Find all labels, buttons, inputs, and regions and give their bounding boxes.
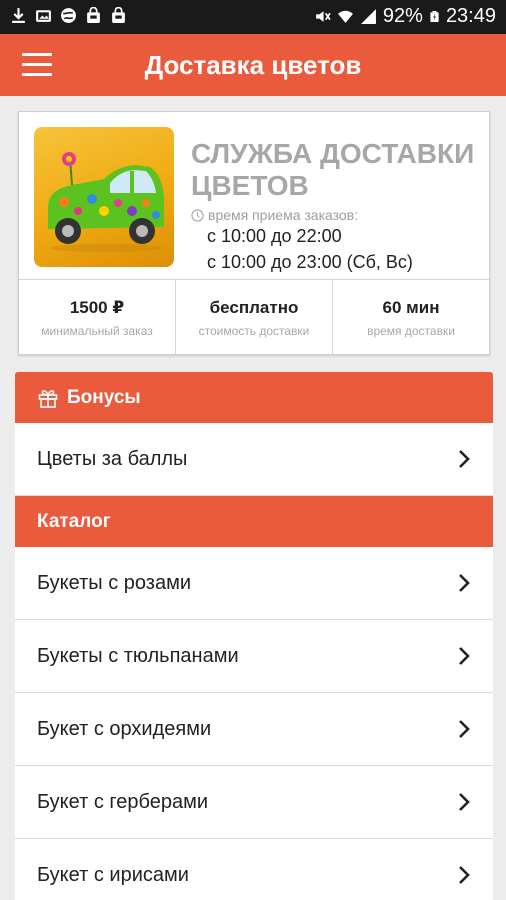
chevron-right-icon [459,450,470,468]
delivery-stats: 1500 ₽ минимальный заказ бесплатно стоим… [19,279,489,354]
chevron-right-icon [459,720,470,738]
stat-delivery-cost: бесплатно стоимость доставки [175,280,332,354]
app-bar: Доставка цветов [0,34,506,96]
list-item-label: Цветы за баллы [37,447,188,470]
mute-icon [316,11,331,22]
hours-weekend: с 10:00 до 23:00 (Сб, Вс) [207,252,413,272]
section-header-catalog: Каталог [15,496,493,547]
notification-icons [10,7,127,24]
list-item-label: Букет с герберами [37,790,209,813]
list-item-irises[interactable]: Букет с ирисами [15,839,493,900]
globe-notification-icon [61,8,76,23]
chevron-right-icon [459,793,470,811]
min-order-value: 1500 ₽ [69,298,125,317]
app-title: Доставка цветов [144,50,362,80]
clock-icon [191,208,204,222]
section-title-bonuses: Бонусы [67,386,141,408]
gift-icon [38,389,58,408]
stat-min-order: 1500 ₽ минимальный заказ [19,280,175,354]
list-item-tulips[interactable]: Букеты с тюльпанами [15,620,493,693]
list-item-label: Букеты с тюльпанами [37,644,239,667]
car-illustration [48,152,164,252]
wifi-icon [337,10,353,23]
list-item-flowers-for-points[interactable]: Цветы за баллы [15,423,493,496]
hours-weekdays: с 10:00 до 22:00 [207,226,342,246]
battery-percent: 92% [382,5,423,27]
section-header-bonuses: Бонусы [15,372,493,423]
list-item-label: Букет с орхидеями [37,717,212,740]
list-item-label: Букет с ирисами [37,863,189,886]
order-hours-text: время приема заказов: [208,207,359,223]
order-hours-label: время приема заказов: [191,207,358,223]
bag-notification-icon-2 [112,7,125,23]
battery-icon [430,11,439,22]
system-status: 92% 23:49 [314,5,496,28]
delivery-time-value: 60 мин [382,298,440,317]
chevron-right-icon [459,647,470,665]
flower-car-logo [34,127,174,267]
service-info-card: СЛУЖБА ДОСТАВКИ ЦВЕТОВ время приема зака… [18,111,490,355]
photo-notification-icon [36,10,51,22]
list-item-gerberas[interactable]: Букет с герберами [15,766,493,839]
section-title-catalog: Каталог [37,510,111,532]
list-item-label: Букеты с розами [37,571,192,594]
bag-notification-icon [87,7,100,23]
clock: 23:49 [445,5,496,27]
download-icon [12,8,25,23]
chevron-right-icon [459,866,470,884]
delivery-cost-value: бесплатно [209,298,299,317]
service-title: СЛУЖБА ДОСТАВКИ ЦВЕТОВ [191,138,475,201]
delivery-cost-label: стоимость доставки [198,324,310,338]
menu-list: Бонусы Цветы за баллы Каталог Букеты с р… [15,372,493,900]
status-bar: 92% 23:49 [0,0,506,34]
list-item-roses[interactable]: Букеты с розами [15,547,493,620]
min-order-label: минимальный заказ [41,324,153,338]
delivery-time-label: время доставки [367,324,455,338]
signal-icon [360,9,376,24]
stat-delivery-time: 60 мин время доставки [332,280,489,354]
list-item-orchids[interactable]: Букет с орхидеями [15,693,493,766]
chevron-right-icon [459,574,470,592]
